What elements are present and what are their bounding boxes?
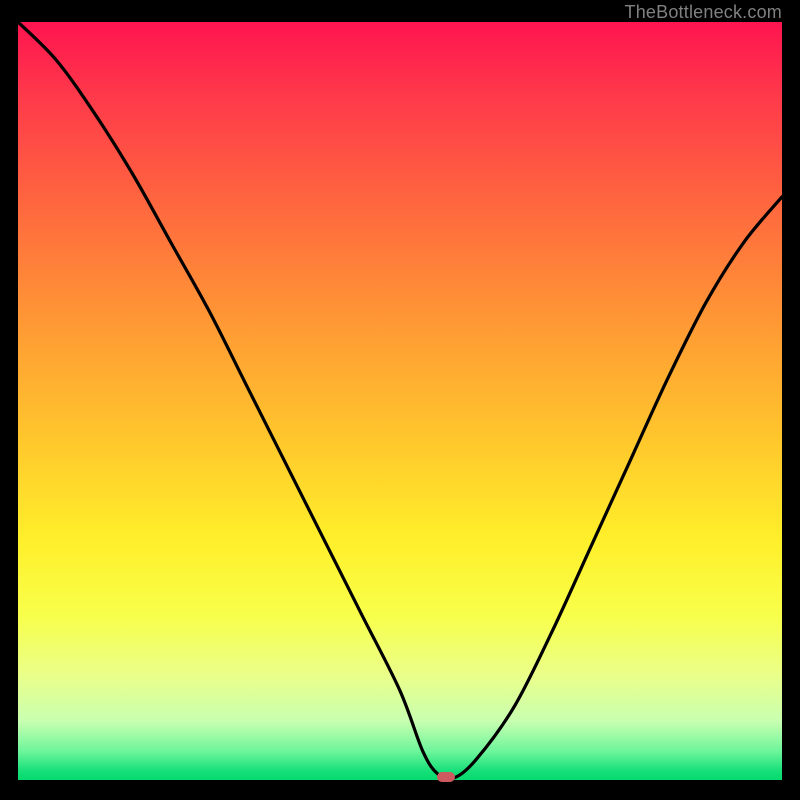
chart-frame: TheBottleneck.com: [0, 0, 800, 800]
attribution-label: TheBottleneck.com: [625, 2, 782, 23]
plot-area: [18, 22, 782, 782]
min-marker: [437, 772, 455, 782]
bottleneck-curve: [18, 22, 782, 782]
